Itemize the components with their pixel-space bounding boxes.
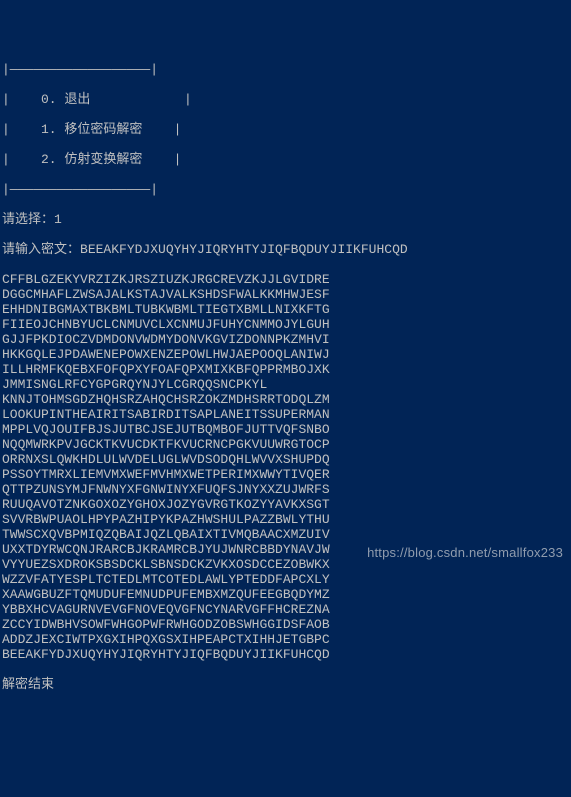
menu-border-top: |——————————————————| [2, 62, 571, 77]
output-line: PSSOYTMRXLIEMVMXWEFMVHMXWETPERIMXWWYTIVQ… [2, 467, 571, 482]
output-line: FIIEOJCHNBYUCLCNMUVCLXCNMUJFUHYCNMMOJYLG… [2, 317, 571, 332]
output-line: SVVRBWPUAOLHPYPAZHIPYKPAZHWSHULPAZZBWLYT… [2, 512, 571, 527]
output-line: KNNJTOHMSGDZHQHSRZAHQCHSRZOKZMDHSRRTODQL… [2, 392, 571, 407]
watermark: https://blog.csdn.net/smallfox233 [367, 545, 563, 560]
select-label: 请选择： [2, 212, 54, 227]
end-label: 解密结束 [2, 677, 571, 692]
output-line: RUUQAVOTZNKGOXOZYGHOXJOZYGVRGTKOZYYAVKXS… [2, 497, 571, 512]
output-line: ZCCYIDWBHVSOWFWHGOPWFRWHGODZOBSWHGGIDSFA… [2, 617, 571, 632]
cipher-input[interactable]: BEEAKFYDJXUQYHYJIQRYHTYJIQFBQDUYJIIKFUHC… [80, 242, 408, 257]
output-line: DGGCMHAFLZWSAJALKSTAJVALKSHDSFWALKKMHWJE… [2, 287, 571, 302]
input-line: 请输入密文：BEEAKFYDJXUQYHYJIQRYHTYJIQFBQDUYJI… [2, 242, 571, 257]
output-line: TWWSCXQVBPMIQZQBAIJQZLQBAIXTIVMQBAACXMZU… [2, 527, 571, 542]
select-input[interactable]: 1 [54, 212, 62, 227]
output-line: QTTPZUNSYMJFNWNYXFGNWINYXFUQFSJNYXXZUJWR… [2, 482, 571, 497]
menu-border-bottom: |——————————————————| [2, 182, 571, 197]
input-label: 请输入密文： [2, 242, 80, 257]
output-line: ILLHRMFKQEBXFOFQPXYFOAFQPXMIXKBFQPPRMBOJ… [2, 362, 571, 377]
output-line: GJJFPKDIOCZVDMDONVWDMYDONVKGVIZDONNPKZMH… [2, 332, 571, 347]
output-line: LOOKUPINTHEAIRITSABIRDITSAPLANEITSSUPERM… [2, 407, 571, 422]
output-line: MPPLVQJOUIFBJSJUTBCJSEJUTBQMBOFJUTTVQFSN… [2, 422, 571, 437]
output-line: NQQMWRKPVJGCKTKVUCDKTFKVUCRNCPGKVUUWRGTO… [2, 437, 571, 452]
output-block: CFFBLGZEKYVRZIZKJRSZIUZKJRGCREVZKJJLGVID… [2, 272, 571, 662]
output-line: WZZVFATYESPLTCTEDLMTCOTEDLAWLYPTEDDFAPCX… [2, 572, 571, 587]
menu-item-0: | 0. 退出 | [2, 92, 571, 107]
menu-item-2: | 2. 仿射变换解密 | [2, 152, 571, 167]
select-line: 请选择：1 [2, 212, 571, 227]
output-line: CFFBLGZEKYVRZIZKJRSZIUZKJRGCREVZKJJLGVID… [2, 272, 571, 287]
menu-item-1: | 1. 移位密码解密 | [2, 122, 571, 137]
output-line: BEEAKFYDJXUQYHYJIQRYHTYJIQFBQDUYJIIKFUHC… [2, 647, 571, 662]
output-line: ADDZJEXCIWTPXGXIHPQXGSXIHPEAPCTXIHHJETGB… [2, 632, 571, 647]
output-line: YBBXHCVAGURNVEVGFNOVEQVGFNCYNARVGFFHCREZ… [2, 602, 571, 617]
output-line: JMMISNGLRFCYGPGRQYNJYLCGRQQSNCPKYL [2, 377, 571, 392]
output-line: HKKGQLEJPDAWENEPOWXENZEPOWLHWJAEPOOQLANI… [2, 347, 571, 362]
output-line: ORRNXSLQWKHDLULWVDELUGLWVDSODQHLWVVXSHUP… [2, 452, 571, 467]
output-line: EHHDNIBGMAXTBKBMLTUBKWBMLTIEGTXBMLLNIXKF… [2, 302, 571, 317]
output-line: XAAWGBUZFTQMUDUFEMNUDPUFEMBXMZQUFEEGBQDY… [2, 587, 571, 602]
